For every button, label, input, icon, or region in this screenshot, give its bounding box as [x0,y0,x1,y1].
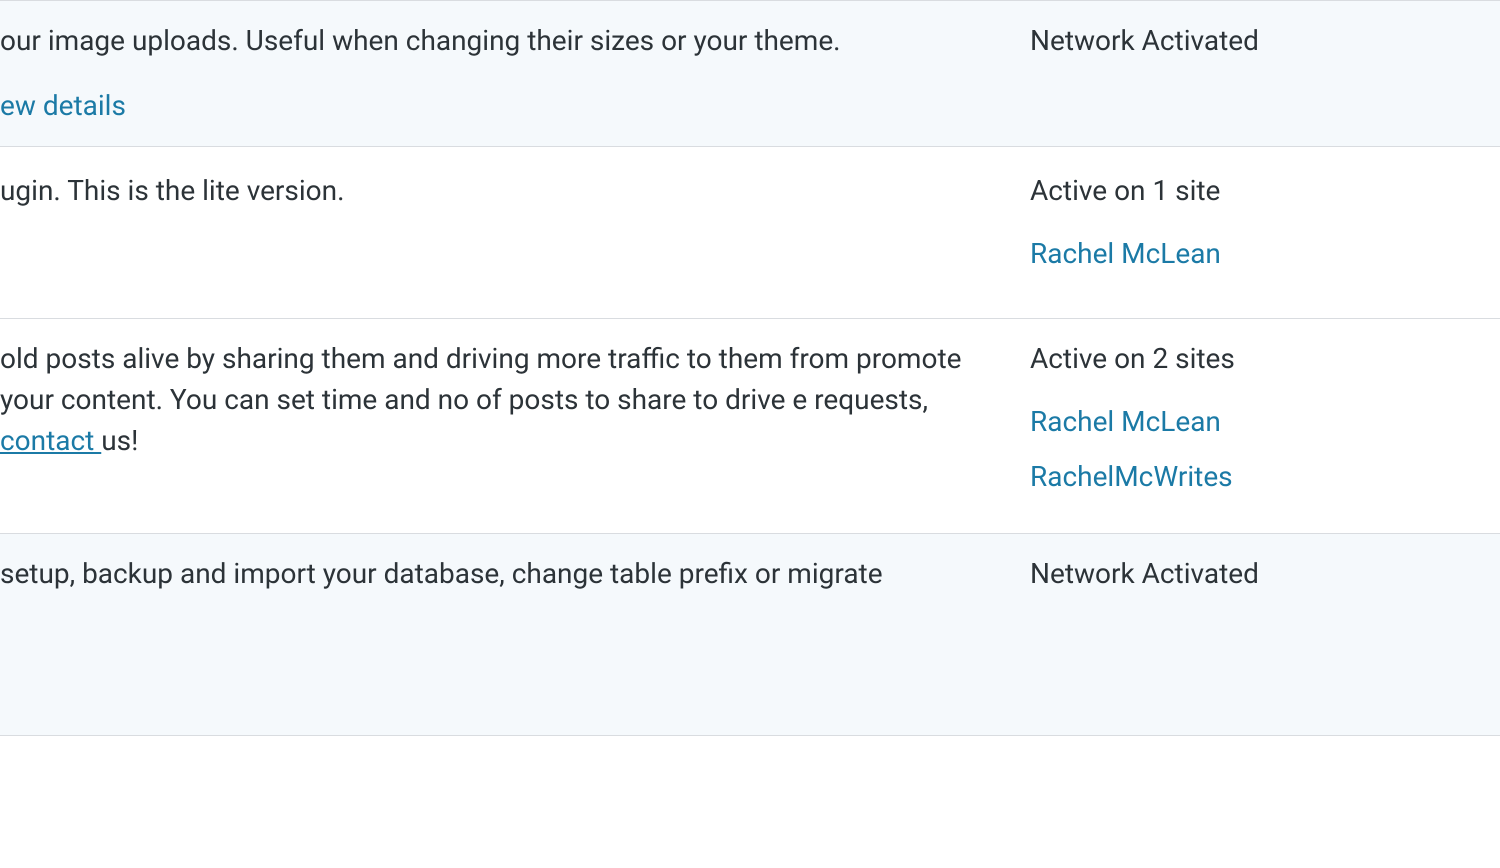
plugin-description-cell: our image uploads. Useful when changing … [0,21,1030,126]
plugin-description-text: ugin. This is the lite version. [0,174,345,207]
site-link[interactable]: RachelMcWrites [1030,457,1500,498]
site-link[interactable]: Rachel McLean [1030,402,1500,443]
plugin-status-cell: Network Activated [1030,21,1500,126]
plugin-status-cell: Active on 1 site Rachel McLean [1030,171,1500,274]
plugin-status-text: Network Activated [1030,554,1500,595]
plugin-description-text: old posts alive by sharing them and driv… [0,342,961,416]
plugin-row: old posts alive by sharing them and driv… [0,319,1500,534]
plugin-status-text: Active on 2 sites [1030,339,1500,380]
contact-link[interactable]: contact [0,424,101,457]
plugin-status-text: Network Activated [1030,21,1500,62]
plugin-description-text: our image uploads. Useful when changing … [0,24,841,57]
plugin-description-text: setup, backup and import your database, … [0,557,883,590]
site-link[interactable]: Rachel McLean [1030,234,1500,275]
plugin-status-text: Active on 1 site [1030,171,1500,212]
plugin-description-cell: ugin. This is the lite version. [0,171,1030,274]
view-details-link[interactable]: ew details [0,86,990,127]
plugin-description-text-after: us! [101,424,138,457]
plugin-row: our image uploads. Useful when changing … [0,0,1500,147]
plugin-description-cell: setup, backup and import your database, … [0,554,1030,595]
plugin-status-cell: Network Activated [1030,554,1500,595]
plugin-description-cell: old posts alive by sharing them and driv… [0,339,1030,497]
plugins-table: our image uploads. Useful when changing … [0,0,1500,736]
plugin-row: ugin. This is the lite version. Active o… [0,147,1500,319]
plugin-status-cell: Active on 2 sites Rachel McLean RachelMc… [1030,339,1500,497]
plugin-row: setup, backup and import your database, … [0,534,1500,736]
